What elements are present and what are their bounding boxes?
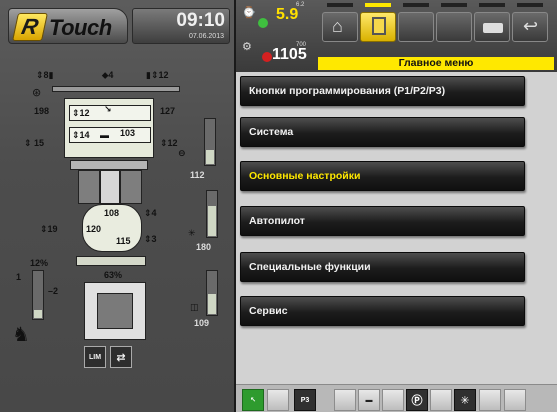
home-button[interactable]: ⌂ xyxy=(322,3,358,42)
top-bar: ⌚ 6.2 5.9 ⚙ 700 1105 ⌂ ↩ Главное меню xyxy=(236,0,557,72)
right-gauge-2-value: 180 xyxy=(196,242,212,252)
sieve-1 xyxy=(76,256,146,266)
header-bar xyxy=(52,86,180,92)
menu-item-basic-settings[interactable]: Основные настройки xyxy=(240,161,525,191)
arrow-icon: ↖ xyxy=(250,397,256,404)
drum-bottom-value: 115 xyxy=(116,236,131,246)
screen: R Touch 09:10 07.06.2013 ⇕8▮ ⬥4 ▮⇕12 ⊛ 1… xyxy=(0,0,557,412)
card-icon xyxy=(483,23,503,33)
clock-time: 09:10 xyxy=(176,10,225,31)
drum-left-side-value: ⇕19 xyxy=(40,224,58,234)
status-dot-red xyxy=(262,52,272,62)
menu-item-programming-buttons[interactable]: Кнопки программирования (P1/P2/P3) xyxy=(240,76,525,106)
fill-left-gauge xyxy=(32,270,44,320)
logo-letter: R xyxy=(12,13,48,41)
light-icon: ✳ xyxy=(460,395,470,407)
hopper-value: 63% xyxy=(104,270,123,280)
light-button[interactable]: ✳ xyxy=(454,389,476,411)
knife-icon: ▬ xyxy=(100,130,109,140)
bottom-button-8[interactable] xyxy=(430,389,452,411)
bottom-button-4[interactable] xyxy=(334,389,356,411)
drum-left-value: 120 xyxy=(86,224,102,234)
menu-item-special-functions[interactable]: Специальные функции xyxy=(240,252,525,282)
reel-icon: ↘ xyxy=(104,104,112,114)
fill-left-marker-top: 1 xyxy=(16,272,22,282)
menu-item-service[interactable]: Сервис xyxy=(240,296,525,326)
clock: 09:10 07.06.2013 xyxy=(132,8,230,44)
speed-icon: ⌚ xyxy=(242,7,256,19)
right-gauge-3-value: 109 xyxy=(194,318,210,328)
logo-text: Touch xyxy=(49,15,112,40)
right-gauge-1 xyxy=(204,118,216,166)
main-menu-button[interactable] xyxy=(360,3,396,42)
row1-right-value: 127 xyxy=(160,106,176,116)
steering-icon: ⊛ xyxy=(32,87,42,99)
fill-left-value: 12% xyxy=(30,258,49,268)
menu-item-system[interactable]: Система xyxy=(240,117,525,147)
top-icon-1-label: ⇕8▮ xyxy=(36,70,54,80)
vehicle-icon: ▬ xyxy=(365,397,373,404)
lim-button[interactable]: LIM xyxy=(84,346,106,368)
p3-button[interactable]: P3 xyxy=(294,389,316,411)
feeder xyxy=(70,160,148,170)
bottom-button-6[interactable] xyxy=(382,389,404,411)
bottom-green-button[interactable]: ↖ xyxy=(242,389,264,411)
machine-status-panel: R Touch 09:10 07.06.2013 ⇕8▮ ⬥4 ▮⇕12 ⊛ 1… xyxy=(0,0,234,412)
rpm-value: 1105 xyxy=(272,46,307,63)
status-dot-green xyxy=(258,18,268,28)
drum-side-bottom-value: ⇕3 xyxy=(144,234,157,244)
home-icon: ⌂ xyxy=(332,16,343,36)
top-icon-3-label: ▮⇕12 xyxy=(146,70,169,80)
row2-center-value: ⇕14 xyxy=(72,130,90,140)
menu-panel: ⌚ 6.2 5.9 ⚙ 700 1105 ⌂ ↩ Главное меню Кн… xyxy=(236,0,557,412)
spreader-icon: ⊖ xyxy=(178,148,186,158)
feeder-channel xyxy=(100,170,120,204)
back-button[interactable]: ↩ xyxy=(512,3,548,42)
right-gauge-2 xyxy=(206,190,218,238)
top-icon-2-label: ⬥4 xyxy=(102,70,114,80)
main-menu-icon xyxy=(372,17,386,35)
top-button-4[interactable] xyxy=(436,3,472,42)
status-readout: ⌚ 6.2 5.9 ⚙ 700 1105 xyxy=(236,0,320,72)
right-wheel xyxy=(120,170,142,204)
right-gauge-1-value: 112 xyxy=(190,170,205,180)
row2-mid-value: 103 xyxy=(120,128,136,138)
fill-left-marker-bottom: –2 xyxy=(48,286,59,296)
parking-brake-button[interactable]: Ⓟ xyxy=(406,389,428,411)
menu-title: Главное меню xyxy=(318,57,554,70)
right-gauge-3 xyxy=(206,270,218,316)
bottom-button-11[interactable] xyxy=(504,389,526,411)
bin-icon: ◫ xyxy=(190,302,199,312)
bottom-bar: ↖ P3 ▬ Ⓟ ✳ xyxy=(236,384,557,412)
back-icon: ↩ xyxy=(523,16,539,36)
row1-left-value: 198 xyxy=(34,106,50,116)
operator-seat-icon: ♞ xyxy=(12,324,30,346)
bottom-button-5[interactable]: ▬ xyxy=(358,389,380,411)
menu-item-autopilot[interactable]: Автопилот xyxy=(240,206,525,236)
left-wheel xyxy=(78,170,100,204)
bottom-button-10[interactable] xyxy=(479,389,501,411)
fan-icon: ✳ xyxy=(188,228,196,238)
spread-button[interactable]: ⇄ xyxy=(110,346,132,368)
drum-top-value: 108 xyxy=(104,208,120,218)
engine-icon: ⚙ xyxy=(242,41,252,53)
row1-center-value: ⇕12 xyxy=(72,108,90,118)
drum-side-top-value: ⇕4 xyxy=(144,208,157,218)
clock-date: 07.06.2013 xyxy=(188,33,224,40)
parking-brake-icon: Ⓟ xyxy=(411,395,423,407)
row2-right-value: ⇕12 xyxy=(160,138,178,148)
card-button[interactable] xyxy=(474,3,510,42)
speed-value: 5.9 xyxy=(276,6,299,23)
bottom-button-2[interactable] xyxy=(267,389,289,411)
top-button-3[interactable] xyxy=(398,3,434,42)
rtouch-logo: R Touch xyxy=(8,8,128,44)
grain-tank xyxy=(84,282,146,340)
row2-left-value: ⇕ 15 xyxy=(24,138,45,148)
